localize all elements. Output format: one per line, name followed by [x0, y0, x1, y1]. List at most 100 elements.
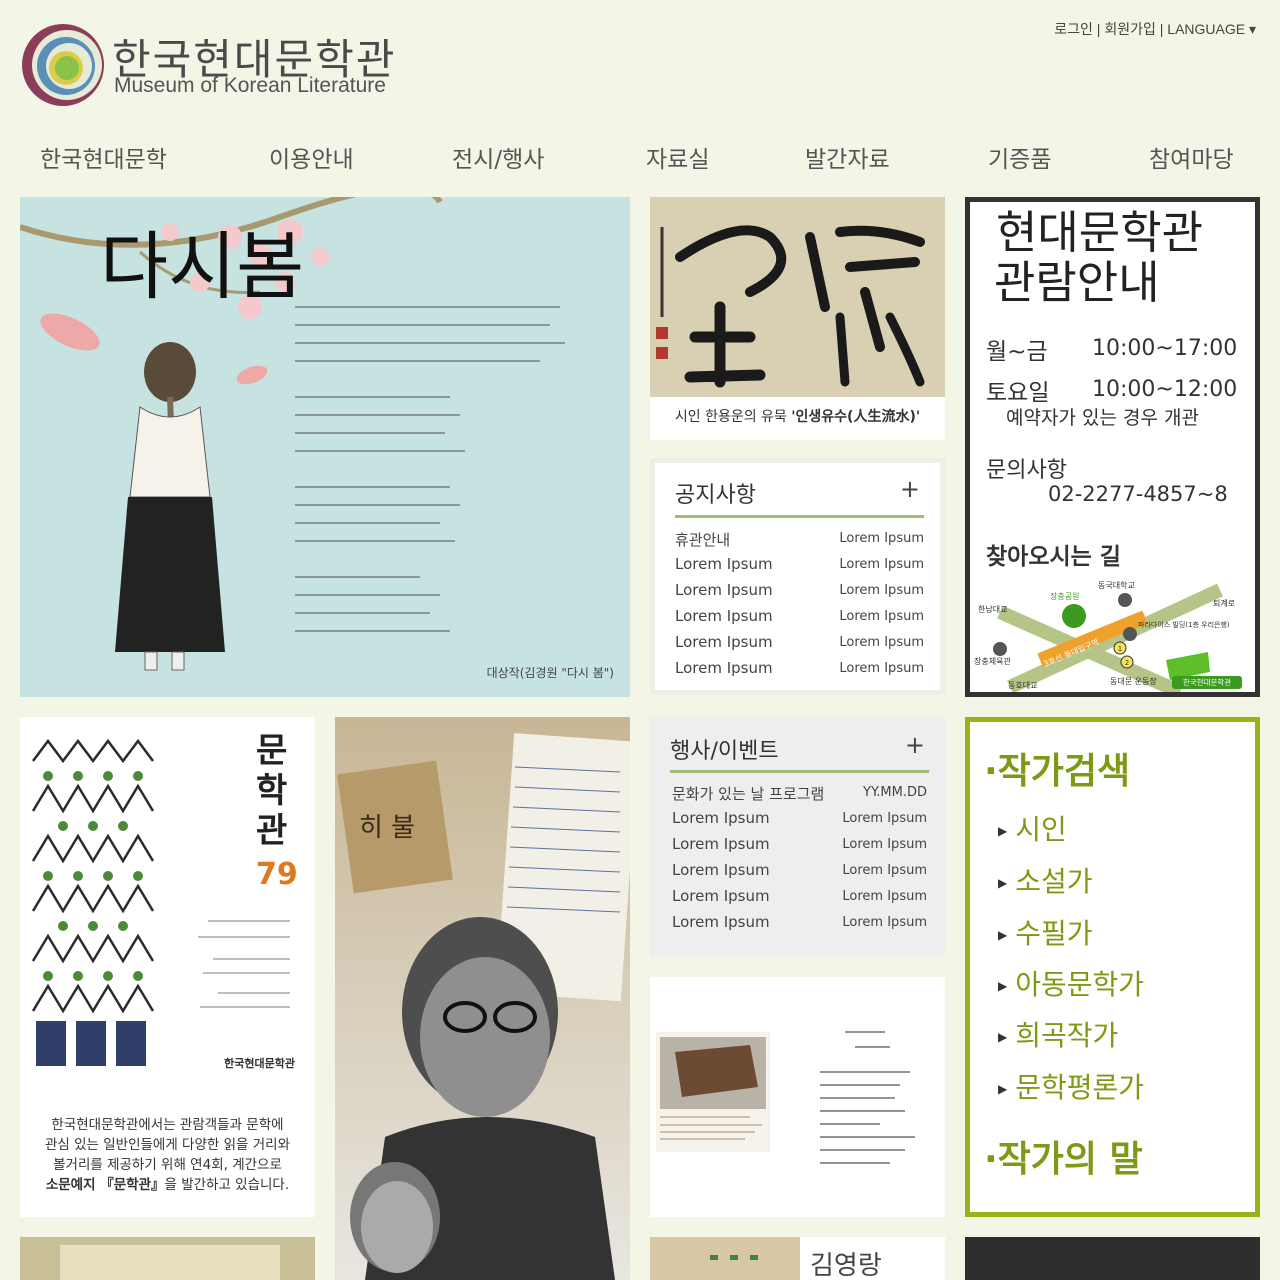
info-title: 현대문학관 관람안내 — [994, 206, 1204, 309]
svg-text:1: 1 — [1118, 645, 1122, 653]
author-feature-card[interactable]: 김영랑 — [650, 1237, 945, 1280]
visitor-info-panel: 현대문학관 관람안내 월~금 10:00~17:00 토요일 10:00~12:… — [965, 197, 1260, 697]
info-title-line2: 관람안내 — [994, 256, 1160, 309]
category-label: 소설가 — [1015, 865, 1093, 898]
nav-item-exhibition[interactable]: 전시/행사 — [452, 140, 544, 174]
arrow-right-icon: ▶ — [998, 876, 1008, 890]
caption-title: '인생유수(人生流水)' — [791, 409, 921, 425]
calligraphy-caption: 시인 한용운의 유묵 '인생유수(人生流水)' — [650, 397, 945, 440]
artifact-image — [650, 1237, 800, 1280]
notice-board: 공지사항 + 휴관안내 Lorem Ipsum Lorem Ipsum Lorem … — [650, 458, 945, 695]
nav-item-participation[interactable]: 참여마당 — [1149, 140, 1234, 174]
poster-banner[interactable]: 다시봄 대상작(김경원 "다시 봄") — [20, 197, 630, 697]
events-more-button[interactable]: + — [905, 731, 925, 759]
author-category-essayist[interactable]: ▶ 수필가 — [998, 912, 1093, 952]
list-item[interactable]: Lorem Ipsum Lorem Ipsum — [675, 633, 924, 655]
manuscript-card[interactable] — [650, 977, 945, 1217]
contact-label: 문의사항 — [986, 458, 1067, 483]
item-date: Lorem Ipsum — [839, 661, 924, 676]
join-link[interactable]: 회원가입 — [1104, 21, 1156, 37]
author-search-heading[interactable]: ·작가검색 — [984, 742, 1130, 794]
list-item[interactable]: 문화가 있는 날 프로그램 YY.MM.DD — [672, 783, 927, 805]
separator: | — [1092, 21, 1105, 37]
login-link[interactable]: 로그인 — [1054, 21, 1093, 37]
magazine-card[interactable]: 문학관 79 한국현대문학관 한국현대문학관에서는 관람객들과 문학에 관심 있… — [20, 717, 315, 1217]
notice-more-button[interactable]: + — [900, 475, 920, 503]
svg-text:장충공원: 장충공원 — [1050, 591, 1079, 601]
directions-label[interactable]: 찾아오시는 길 — [986, 537, 1121, 571]
list-item[interactable]: Lorem Ipsum Lorem Ipsum — [675, 581, 924, 603]
bottom-image-card[interactable] — [20, 1237, 315, 1280]
info-title-line1: 현대문학관 — [996, 206, 1204, 259]
magazine-name: 소문예지 『문학관』 — [45, 1177, 165, 1193]
reservation-note: 예약자가 있는 경우 개관 — [1006, 407, 1199, 429]
contact-phone: 02-2277-4857~8 — [1048, 482, 1228, 506]
author-category-playwright[interactable]: ▶ 희곡작가 — [998, 1014, 1118, 1054]
item-title: Lorem Ipsum — [672, 861, 770, 879]
separator: | — [1155, 21, 1168, 37]
item-title: Lorem Ipsum — [672, 887, 770, 905]
location-map[interactable]: 1 2 장충공원 동국대학교 퇴계로 한남대교 파라다이스 빌딩(1층 우리은행… — [970, 572, 1255, 692]
item-date: YY.MM.DD — [863, 785, 927, 800]
author-words-heading[interactable]: ·작가의 말 — [984, 1130, 1143, 1182]
magazine-publisher: 한국현대문학관 — [224, 1057, 295, 1070]
utility-links: 로그인 | 회원가입 | LANGUAGE ▾ — [1054, 19, 1256, 39]
author-name: 김영랑 — [810, 1251, 882, 1280]
item-date: Lorem Ipsum — [839, 635, 924, 650]
list-item[interactable]: Lorem Ipsum Lorem Ipsum — [672, 861, 927, 883]
nav-item-publications[interactable]: 발간자료 — [805, 140, 890, 174]
category-label: 수필가 — [1015, 917, 1093, 950]
svg-text:2: 2 — [1125, 659, 1129, 667]
list-item[interactable]: Lorem Ipsum Lorem Ipsum — [675, 555, 924, 577]
manuscript-image — [656, 1031, 915, 1164]
magazine-cover-title: 문학관 — [256, 731, 288, 851]
author-category-novelist[interactable]: ▶ 소설가 — [998, 860, 1093, 900]
notice-title[interactable]: 공지사항 — [675, 477, 756, 509]
category-label: 문학평론가 — [1015, 1071, 1145, 1104]
item-date: Lorem Ipsum — [842, 915, 927, 930]
desc-line: 한국현대문학관에서는 관람객들과 문학에 — [51, 1117, 284, 1133]
poster-title: 다시봄 — [100, 224, 305, 310]
calligraphy-card[interactable]: 시인 한용운의 유묵 '인생유수(人生流水)' — [650, 197, 945, 440]
author-category-poet[interactable]: ▶ 시인 — [998, 808, 1067, 848]
hours-saturday-label: 토요일 — [986, 380, 1050, 406]
svg-text:동호대교: 동호대교 — [1008, 681, 1037, 690]
item-date: Lorem Ipsum — [839, 557, 924, 572]
nav-item-archive[interactable]: 자료실 — [646, 140, 709, 174]
list-item[interactable]: Lorem Ipsum Lorem Ipsum — [672, 809, 927, 831]
item-date: Lorem Ipsum — [839, 583, 924, 598]
bottom-dark-card[interactable] — [965, 1237, 1260, 1280]
item-title: Lorem Ipsum — [675, 633, 773, 651]
item-title: Lorem Ipsum — [672, 835, 770, 853]
svg-text:퇴계로: 퇴계로 — [1213, 598, 1235, 608]
svg-text:한국현대문학관: 한국현대문학관 — [1183, 677, 1231, 687]
list-item[interactable]: Lorem Ipsum Lorem Ipsum — [672, 913, 927, 935]
nav-item-guide[interactable]: 이용안내 — [269, 140, 354, 174]
item-date: Lorem Ipsum — [842, 837, 927, 852]
author-portrait-card[interactable]: 히 불 — [335, 717, 630, 1280]
item-title: Lorem Ipsum — [672, 809, 770, 827]
author-category-critic[interactable]: ▶ 문학평론가 — [998, 1066, 1144, 1106]
list-item[interactable]: Lorem Ipsum Lorem Ipsum — [672, 887, 927, 909]
author-search-panel: ·작가검색 ▶ 시인 ▶ 소설가 ▶ 수필가 ▶ 아동문학가 ▶ 희곡작가 ▶ 문학평론가 … — [965, 717, 1260, 1217]
item-date: Lorem Ipsum — [842, 863, 927, 878]
magazine-issue: 79 — [256, 857, 298, 892]
nav-item-korean-literature[interactable]: 한국현대문학 — [40, 140, 167, 174]
list-item[interactable]: Lorem Ipsum Lorem Ipsum — [675, 659, 924, 681]
logo-title-en[interactable]: Museum of Korean Literature — [114, 74, 386, 98]
list-item[interactable]: 휴관안내 Lorem Ipsum — [675, 529, 924, 551]
poster-caption: 대상작(김경원 "다시 봄") — [486, 666, 614, 680]
events-title[interactable]: 행사/이벤트 — [670, 733, 779, 765]
logo-icon[interactable] — [20, 22, 106, 108]
svg-text:장충체육관: 장충체육관 — [974, 656, 1011, 666]
hours-weekday-value: 10:00~17:00 — [1092, 336, 1238, 361]
list-item[interactable]: Lorem Ipsum Lorem Ipsum — [675, 607, 924, 629]
divider — [670, 770, 929, 773]
nav-item-donations[interactable]: 기증품 — [988, 140, 1051, 174]
item-title: Lorem Ipsum — [675, 607, 773, 625]
author-category-children[interactable]: ▶ 아동문학가 — [998, 963, 1144, 1003]
svg-text:파라다이스 빌딩(1층 우리은행): 파라다이스 빌딩(1층 우리은행) — [1138, 620, 1230, 629]
category-label: 희곡작가 — [1015, 1019, 1119, 1052]
list-item[interactable]: Lorem Ipsum Lorem Ipsum — [672, 835, 927, 857]
language-dropdown[interactable]: LANGUAGE ▾ — [1167, 21, 1256, 37]
